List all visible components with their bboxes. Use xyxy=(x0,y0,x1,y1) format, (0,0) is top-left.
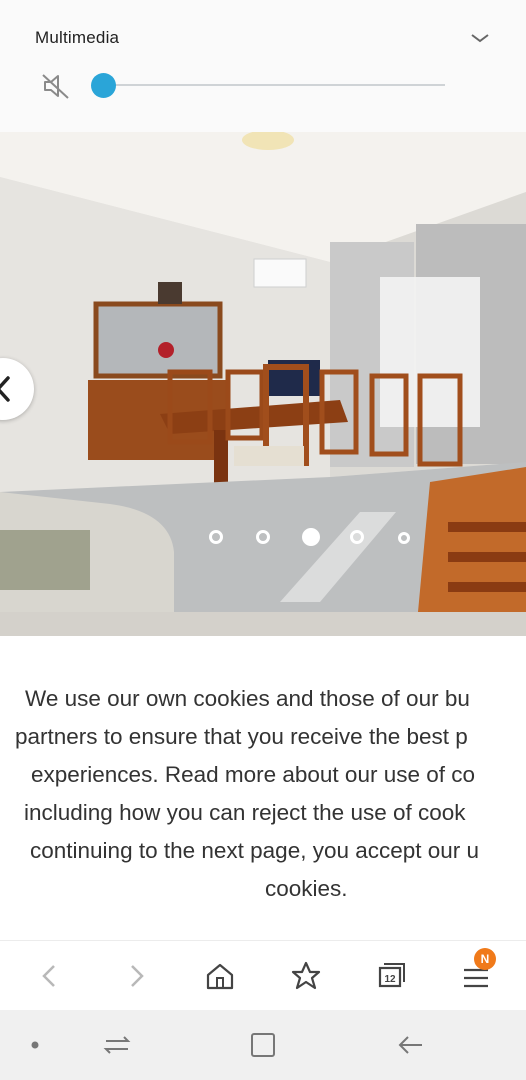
volume-slider-thumb[interactable] xyxy=(91,73,116,98)
gallery-dot[interactable] xyxy=(350,530,364,544)
gallery-dot[interactable] xyxy=(256,530,270,544)
chevron-down-icon[interactable] xyxy=(468,26,492,50)
gallery-dot-active[interactable] xyxy=(302,528,320,546)
cookie-notice: We use our own cookies and those of our … xyxy=(8,680,526,908)
menu-notification-badge: N xyxy=(474,948,496,970)
back-icon[interactable] xyxy=(32,958,68,994)
gallery-dot[interactable] xyxy=(398,532,410,544)
recents-icon[interactable] xyxy=(100,1028,134,1062)
multimedia-panel: Multimedia xyxy=(0,0,526,132)
gallery-pagination xyxy=(0,528,526,550)
tabs-count: 12 xyxy=(384,974,396,985)
cookie-line: We use our own cookies and those of our … xyxy=(25,686,470,711)
home-square-icon[interactable] xyxy=(246,1028,280,1062)
gallery-dot[interactable] xyxy=(209,530,223,544)
chevron-left-icon xyxy=(0,376,10,402)
bookmark-star-icon[interactable] xyxy=(288,958,324,994)
cookie-line: partners to ensure that you receive the … xyxy=(15,724,468,749)
cookie-line: continuing to the next page, you accept … xyxy=(30,838,480,863)
tabs-icon[interactable]: 12 xyxy=(372,958,408,994)
cookie-line: including how you can reject the use of … xyxy=(24,800,466,825)
cookie-line: experiences. Read more about our use of … xyxy=(31,762,476,787)
cookie-line: cookies. xyxy=(265,876,348,901)
system-navigation-bar xyxy=(0,1010,526,1080)
multimedia-title: Multimedia xyxy=(35,28,120,47)
mute-icon[interactable] xyxy=(40,70,72,102)
browser-toolbar: 12 xyxy=(0,940,526,1011)
back-arrow-icon[interactable] xyxy=(394,1028,428,1062)
dining-room-photo xyxy=(0,132,526,636)
dot-icon[interactable] xyxy=(18,1028,52,1062)
photo-gallery[interactable] xyxy=(0,132,526,636)
home-icon[interactable] xyxy=(202,958,238,994)
forward-icon[interactable] xyxy=(118,958,154,994)
volume-slider-track[interactable] xyxy=(103,84,445,86)
